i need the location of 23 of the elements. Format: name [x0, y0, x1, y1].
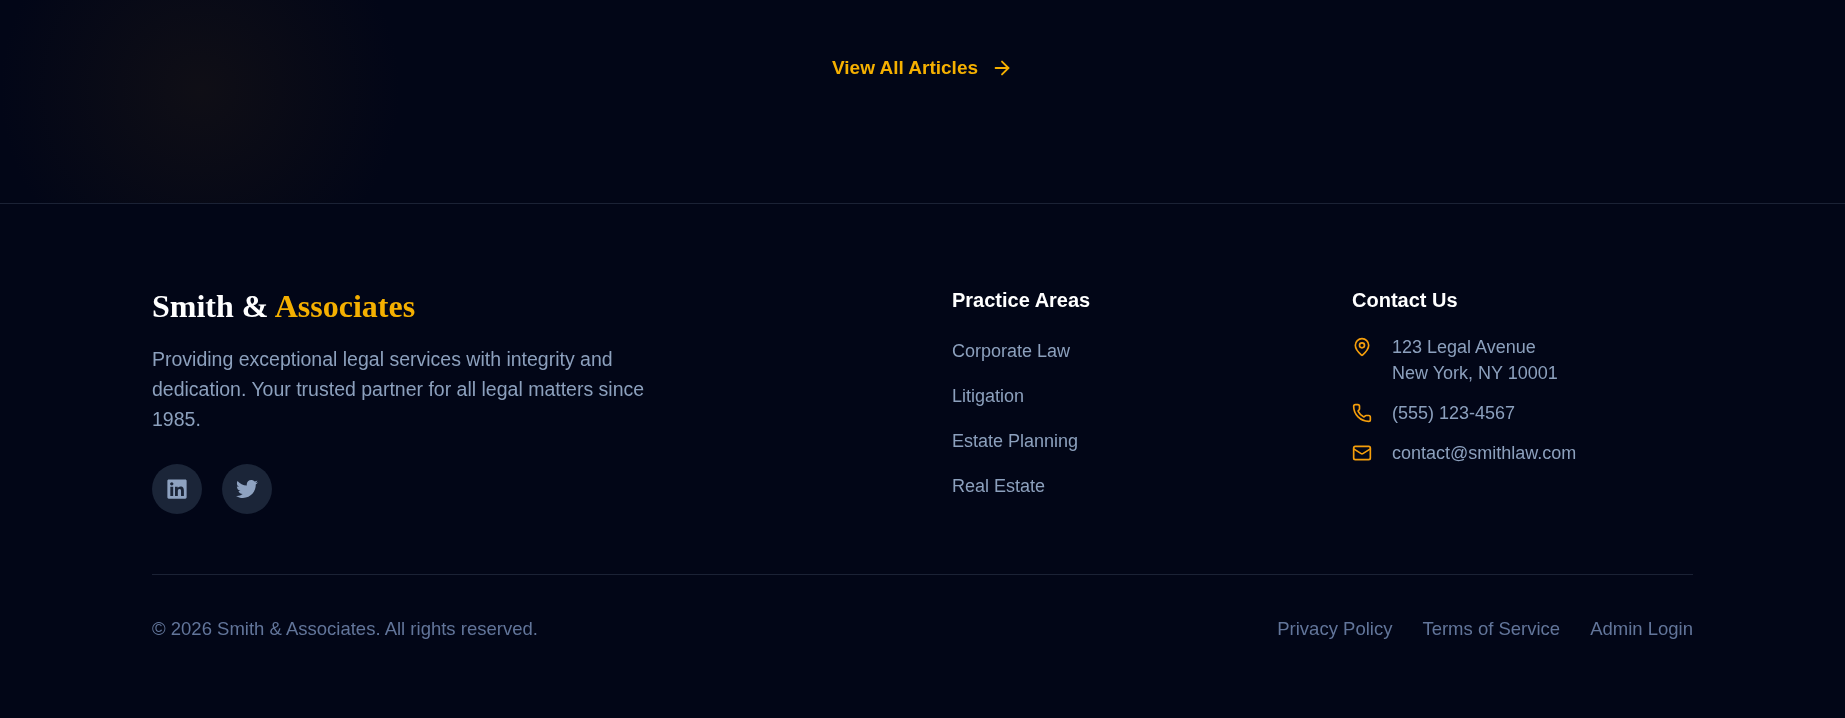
contact-heading: Contact Us: [1352, 288, 1458, 312]
map-pin-icon: [1352, 337, 1372, 357]
address-text: 123 Legal Avenue New York, NY 10001: [1392, 336, 1558, 385]
mail-icon: [1352, 443, 1372, 463]
footer-link[interactable]: Terms of Service: [1422, 616, 1561, 641]
footer-link[interactable]: Privacy Policy: [1277, 616, 1393, 641]
practice-area-link[interactable]: Estate Planning: [952, 429, 1079, 454]
phone-text: (555) 123-4567: [1392, 402, 1516, 425]
brand-description: Providing exceptional legal services with integrity and dedication. Your trusted partner for all legal matters since 1985.: [152, 347, 646, 432]
brand-logo: Smith & Associates: [152, 288, 416, 324]
copyright-text: © 2026 Smith & Associates. All rights reserved.: [152, 617, 538, 641]
twitter-icon: [236, 478, 258, 500]
email-link[interactable]: contact@smithlaw.com: [1392, 440, 1577, 466]
practice-area-link[interactable]: Litigation: [952, 384, 1079, 409]
linkedin-icon: [166, 478, 188, 500]
practice-area-link[interactable]: Corporate Law: [952, 339, 1079, 364]
linkedin-button[interactable]: [152, 464, 202, 514]
twitter-button[interactable]: [222, 464, 272, 514]
footer-link[interactable]: Admin Login: [1590, 616, 1693, 641]
practice-area-link[interactable]: Real Estate: [952, 474, 1079, 499]
phone-icon: [1352, 403, 1372, 423]
view-all-articles-link[interactable]: View All Articles: [831, 55, 1014, 81]
practice-areas-heading: Practice Areas: [952, 288, 1091, 312]
